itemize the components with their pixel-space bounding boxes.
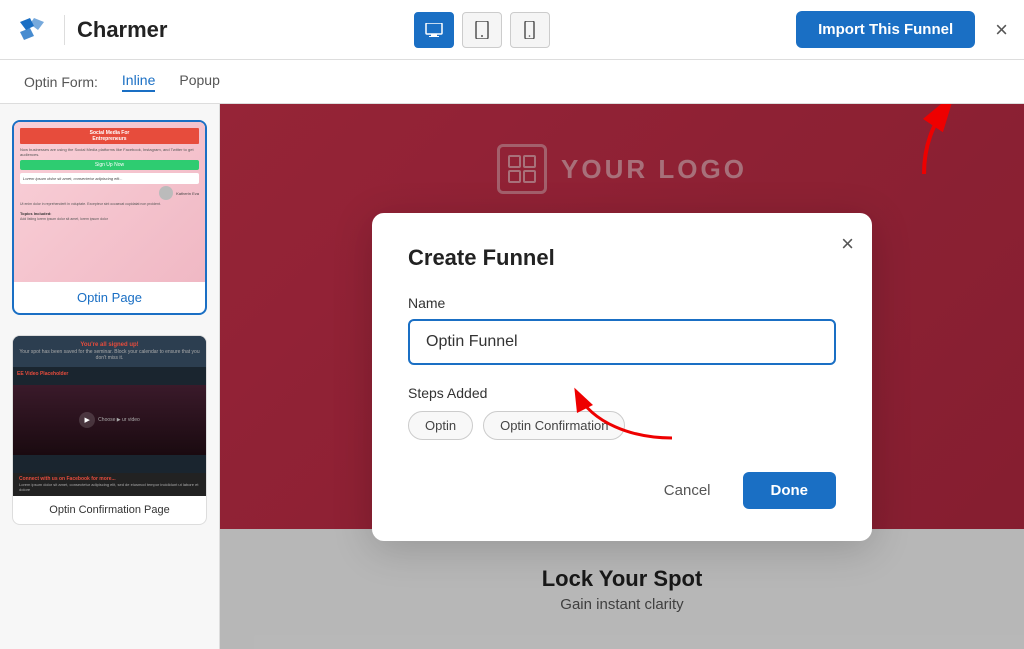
header-close-button[interactable]: × [995,17,1008,43]
desktop-btn[interactable] [414,12,454,48]
step-optin: Optin [408,411,473,440]
device-switcher [414,12,550,48]
sidebar: Social Media For Entrepreneurs Now busin… [0,104,220,649]
funnel-name-input[interactable] [408,319,836,365]
tablet-btn[interactable] [462,12,502,48]
optin-page-card[interactable]: Social Media For Entrepreneurs Now busin… [12,120,207,315]
modal-actions: Cancel Done [408,472,836,509]
mobile-btn[interactable] [510,12,550,48]
modal-close-button[interactable]: × [841,231,854,257]
header-left: Charmer [16,12,167,48]
modal-overlay: Create Funnel × Name Steps Added Optin O… [220,104,1024,649]
tab-inline[interactable]: Inline [122,72,155,92]
name-label: Name [408,295,836,311]
preview-area: YOUR LOGO FREE ONLINE SEMINAR neurs Face… [220,104,1024,649]
tab-popup[interactable]: Popup [179,72,219,92]
subheader: Optin Form: Inline Popup [0,60,1024,104]
optin-confirmation-card[interactable]: You're all signed up! Your spot has been… [12,335,207,525]
header: Charmer Import This Funnel × [0,0,1024,60]
create-funnel-modal: Create Funnel × Name Steps Added Optin O… [372,213,872,541]
done-button[interactable]: Done [743,472,837,509]
import-funnel-button[interactable]: Import This Funnel [796,11,975,48]
modal-title: Create Funnel [408,245,836,271]
optin-form-label: Optin Form: [24,74,98,90]
optin-page-label: Optin Page [14,282,205,313]
confirmation-page-label: Optin Confirmation Page [13,496,206,524]
main-area: Social Media For Entrepreneurs Now busin… [0,104,1024,649]
cancel-button[interactable]: Cancel [644,472,731,509]
steps-label: Steps Added [408,385,836,401]
app-title: Charmer [77,17,167,43]
step-confirmation: Optin Confirmation [483,411,625,440]
logo-icon [16,12,52,48]
steps-container: Optin Optin Confirmation [408,411,836,440]
logo-divider [64,15,65,45]
